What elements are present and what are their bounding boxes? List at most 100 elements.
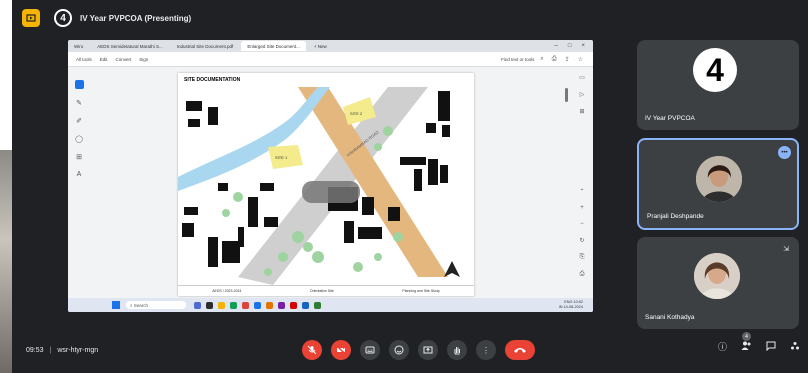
maximize-icon[interactable]: □ [568,43,572,49]
print-icon[interactable]: ⎙ [580,271,585,278]
taskbar-app-icon[interactable] [206,301,213,309]
taskbar-app-icon[interactable] [242,301,249,309]
activities-icon[interactable] [790,341,800,353]
all-tools-menu[interactable]: All tools [76,57,92,62]
participant-avatar: 4 [693,48,737,92]
browser-tab-strip: Wiro AEDS Semidetatural Marathi S... Ind… [68,40,593,52]
pdf-side-tools: ✎ ✐ ◯ ⊞ A [74,80,84,178]
taskbar-app-icon[interactable] [254,301,261,309]
taskbar-search-label: Search [133,302,149,308]
zoom-in-icon[interactable]: + [580,205,584,211]
shared-screen: Wiro AEDS Semidetatural Marathi S... Ind… [68,40,593,312]
presenter-avatar: 4 [54,9,72,27]
separator: | [49,346,52,354]
chat-icon[interactable] [766,341,776,353]
bookmark-icon[interactable]: ☆ [578,56,583,63]
pdf-zoom-tools: ⌃ + − ↻ ⎘ ⎙ [577,188,587,278]
minimize-icon[interactable]: – [555,43,558,49]
edit-menu[interactable]: Edit [100,57,108,62]
draw-tool-icon[interactable]: ✐ [76,117,82,125]
participant-tile-active[interactable]: ••• Pranjali Deshpande [637,138,799,230]
pin-icon[interactable]: ⇲ [783,245,789,253]
browser-tab[interactable]: Industrial Site Document.pdf [171,41,240,51]
pdf-page: SITE DOCUMENTATION SITE 1 SITE 2 VISHRAM… [178,73,474,296]
meeting-time: 09:53 [26,346,44,354]
camera-off-icon[interactable] [331,340,351,360]
document-footer: AEDS / 2023-2024 Orientation Site Planni… [178,285,474,296]
site-label: SITE 1 [275,155,288,160]
more-options-icon[interactable]: ⋮ [476,340,496,360]
taskbar-app-icon[interactable] [314,301,321,309]
meet-window: 4 IV Year PVPCOA (Presenting) Wiro AEDS … [12,0,808,373]
more-options-icon[interactable]: ••• [778,146,791,159]
windows-taskbar: ⌕ Search ENG 10:52 IN 14-08-2024 [68,298,593,312]
taskbar-app-icon[interactable] [302,301,309,309]
tray-date: 14-08-2024 [563,305,583,309]
find-text-field[interactable]: Find text or tools [501,57,534,62]
chevron-up-icon[interactable]: ⌃ [579,188,584,195]
participant-tile[interactable]: 4 IV Year PVPCOA [637,40,799,130]
bookmarks-icon[interactable]: ▷ [580,91,585,98]
people-count-badge: 4 [742,332,751,341]
text-tool-icon[interactable]: ⊞ [76,153,82,161]
new-tab-button[interactable]: + New [308,41,333,51]
taskbar-app-icon[interactable] [278,301,285,309]
presentation-title: IV Year PVPCOA (Presenting) [80,13,192,23]
stamp-tool-icon[interactable]: A [77,171,82,178]
pdf-scrollbar[interactable] [565,88,568,102]
meeting-controls-bar: 09:53 | wsr-htyr-mgn ⋮ ⓘ 4 [12,332,808,366]
call-controls: ⋮ [302,340,535,360]
participant-tile[interactable]: ⇲ Sanani Kothadya [637,237,799,329]
footer-cell: Orientation Site [309,289,334,293]
tray-clock: 10:52 [573,300,583,304]
attachments-icon[interactable]: ⊞ [579,108,584,115]
browser-tab[interactable]: AEDS Semidetatural Marathi S... [91,41,169,51]
taskbar-app-icon[interactable] [194,301,201,309]
left-video-edge [0,150,12,373]
browser-tab-active[interactable]: Enlarged Site Document... [241,41,306,51]
taskbar-app-icon[interactable] [230,301,237,309]
emoji-icon[interactable] [389,340,409,360]
meeting-code: wsr-htyr-mgn [57,346,99,354]
site-label: SITE 2 [350,111,363,116]
mic-off-icon[interactable] [302,340,322,360]
taskbar-app-icon[interactable] [290,301,297,309]
close-icon[interactable]: × [581,43,585,49]
present-screen-icon[interactable] [418,340,438,360]
captions-icon[interactable] [360,340,380,360]
participant-name: Pranjali Deshpande [647,213,704,220]
people-icon[interactable]: 4 [741,332,752,353]
footer-cell: Planning and Site Study [402,289,440,293]
print-icon[interactable]: ⎙ [552,56,557,63]
zoom-out-icon[interactable]: − [580,221,584,227]
side-controls: ⓘ 4 [718,332,800,353]
save-icon[interactable]: ⎘ [580,254,585,261]
windows-start-icon[interactable] [112,301,120,309]
toolbar-icons: ⌕ ⎙ ⇪ ☆ [540,56,593,63]
shape-tool-icon[interactable]: ◯ [75,135,83,143]
info-icon[interactable]: ⓘ [718,340,727,353]
taskbar-app-icon[interactable] [266,301,273,309]
participant-name: IV Year PVPCOA [645,115,695,122]
raise-hand-icon[interactable] [447,340,467,360]
system-tray[interactable]: ENG 10:52 IN 14-08-2024 [559,300,583,310]
end-call-button[interactable] [505,340,535,360]
comment-tool-icon[interactable]: ✎ [76,99,82,107]
search-icon[interactable]: ⌕ [540,56,543,63]
participant-name: Sanani Kothadya [645,314,695,321]
taskbar-app-icon[interactable] [218,301,225,309]
footer-cell: AEDS / 2023-2024 [212,289,242,293]
page-thumbnails-icon[interactable]: ▭ [579,74,585,81]
share-icon[interactable]: ⇪ [565,56,570,63]
taskbar-search[interactable]: ⌕ Search [126,301,186,309]
sign-menu[interactable]: Sign [139,57,148,62]
rotate-icon[interactable]: ↻ [579,237,584,244]
tray-region: IN [558,305,563,309]
convert-menu[interactable]: Convert [116,57,132,62]
pdf-right-tools: ▭ ▷ ⊞ [577,74,587,115]
site-map: SITE 1 SITE 2 VISHRAMBAG ROAD [178,87,474,285]
browser-tab[interactable]: Wiro [68,41,89,51]
tray-language: ENG [564,300,573,304]
present-icon[interactable] [22,9,40,27]
select-tool-icon[interactable] [74,80,84,89]
